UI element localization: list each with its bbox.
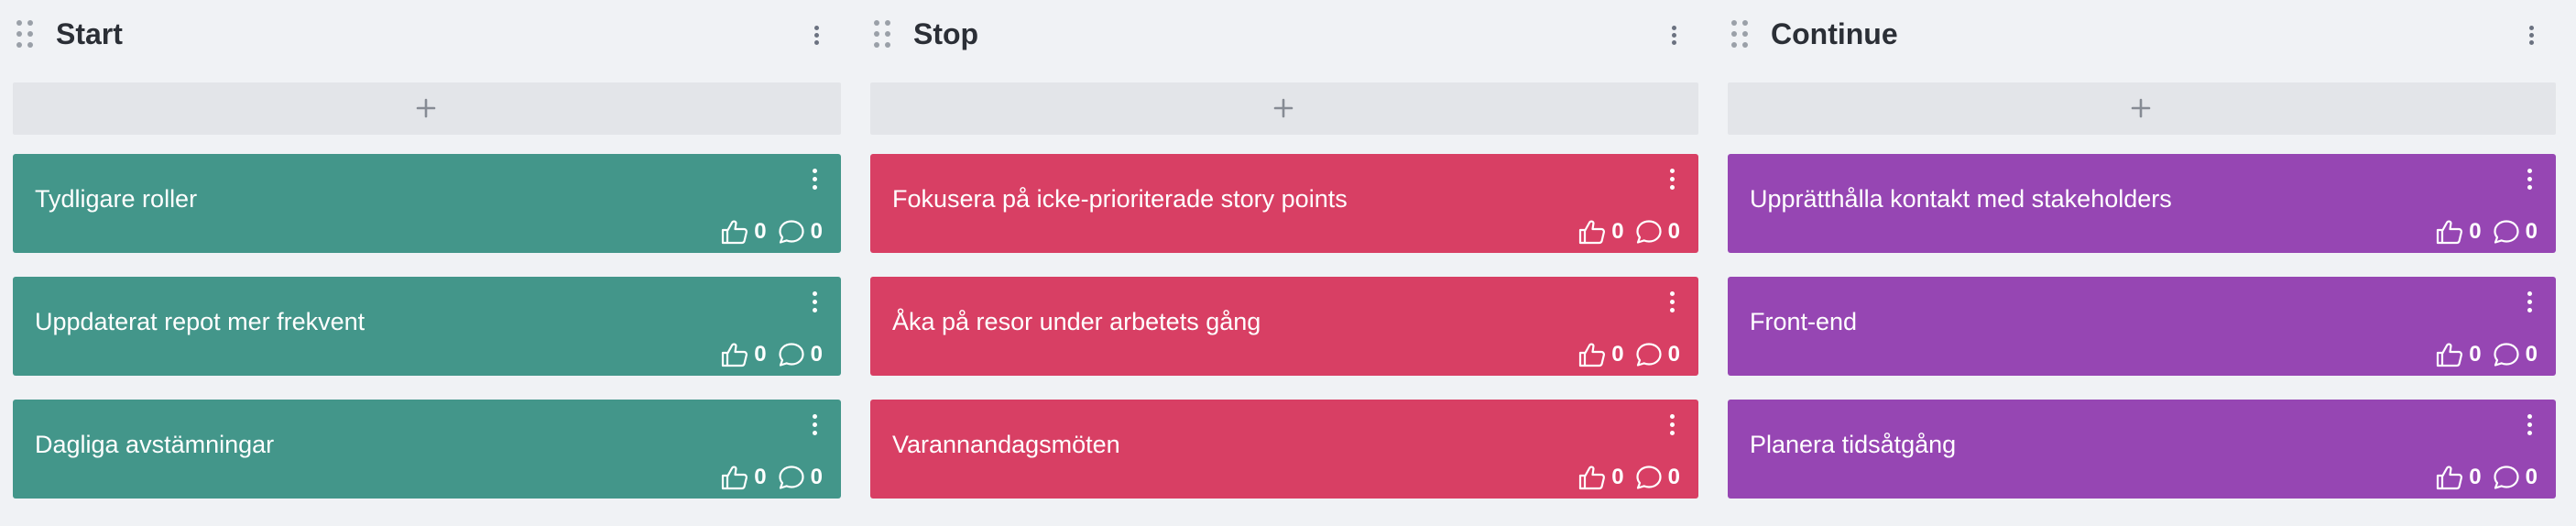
card[interactable]: Dagliga avstämningar 0 0 <box>13 400 841 499</box>
drag-handle-icon[interactable] <box>15 20 37 48</box>
add-card-button[interactable] <box>870 82 1698 135</box>
card-stats: 0 0 <box>1578 218 1680 246</box>
like-count: 0 <box>1611 342 1624 367</box>
thumbs-up-icon[interactable] <box>2436 342 2463 367</box>
comment-count: 0 <box>2525 219 2538 244</box>
thumbs-up-icon[interactable] <box>721 219 748 245</box>
column-start: Start Tydligare roller 0 0 Uppdaterat re… <box>13 0 841 499</box>
card-menu-icon[interactable] <box>812 291 819 313</box>
card-text: Tydligare roller <box>35 185 198 213</box>
retro-board: Start Tydligare roller 0 0 Uppdaterat re… <box>0 0 2576 526</box>
column-menu-icon[interactable] <box>2528 26 2536 46</box>
card[interactable]: Fokusera på icke-prioriterade story poin… <box>870 154 1698 253</box>
comment-bubble-icon[interactable] <box>778 219 805 245</box>
card-stats: 0 0 <box>1578 464 1680 491</box>
comment-bubble-icon[interactable] <box>2493 219 2520 245</box>
card-text: Dagliga avstämningar <box>35 431 275 458</box>
comment-bubble-icon[interactable] <box>2493 465 2520 490</box>
comment-bubble-icon[interactable] <box>778 342 805 367</box>
plus-icon <box>416 98 436 118</box>
comment-count: 0 <box>1667 465 1680 489</box>
card-stats: 0 0 <box>2436 218 2538 246</box>
card-menu-icon[interactable] <box>2527 414 2534 436</box>
like-count: 0 <box>754 465 767 489</box>
plus-icon <box>2131 98 2151 118</box>
comment-bubble-icon[interactable] <box>1635 465 1663 490</box>
comment-count: 0 <box>810 219 823 244</box>
column-stop: Stop Fokusera på icke-prioriterade story… <box>870 0 1698 499</box>
card-menu-icon[interactable] <box>2527 169 2534 191</box>
add-card-button[interactable] <box>1728 82 2556 135</box>
comment-count: 0 <box>810 342 823 367</box>
comment-bubble-icon[interactable] <box>778 465 805 490</box>
card[interactable]: Upprätthålla kontakt med stakeholders 0 … <box>1728 154 2556 253</box>
card[interactable]: Tydligare roller 0 0 <box>13 154 841 253</box>
column-title: Stop <box>913 17 979 50</box>
thumbs-up-icon[interactable] <box>1578 342 1606 367</box>
card-text: Front-end <box>1750 308 1858 335</box>
add-card-button[interactable] <box>13 82 841 135</box>
card-menu-icon[interactable] <box>812 414 819 436</box>
column-header: Continue <box>1728 0 2556 68</box>
comment-count: 0 <box>2525 342 2538 367</box>
thumbs-up-icon[interactable] <box>2436 465 2463 490</box>
card-text: Varannandagsmöten <box>892 431 1120 458</box>
card-menu-icon[interactable] <box>1669 291 1676 313</box>
card-stats: 0 0 <box>721 218 823 246</box>
drag-handle-icon[interactable] <box>872 20 894 48</box>
like-count: 0 <box>754 219 767 244</box>
column-continue: Continue Upprätthålla kontakt med stakeh… <box>1728 0 2556 499</box>
column-title: Continue <box>1771 17 1898 50</box>
like-count: 0 <box>2469 342 2482 367</box>
card-text: Upprätthålla kontakt med stakeholders <box>1750 185 2172 213</box>
drag-handle-icon[interactable] <box>1730 20 1752 48</box>
card[interactable]: Uppdaterat repot mer frekvent 0 0 <box>13 277 841 376</box>
card-text: Planera tidsåtgång <box>1750 431 1957 458</box>
card-menu-icon[interactable] <box>2527 291 2534 313</box>
plus-icon <box>1273 98 1293 118</box>
comment-count: 0 <box>2525 465 2538 489</box>
card-stats: 0 0 <box>721 341 823 368</box>
column-header: Start <box>13 0 841 68</box>
card-stats: 0 0 <box>721 464 823 491</box>
thumbs-up-icon[interactable] <box>1578 465 1606 490</box>
card-stats: 0 0 <box>2436 464 2538 491</box>
card-stats: 0 0 <box>1578 341 1680 368</box>
card-text: Fokusera på icke-prioriterade story poin… <box>892 185 1348 213</box>
card-text: Åka på resor under arbetets gång <box>892 308 1261 335</box>
card-menu-icon[interactable] <box>812 169 819 191</box>
comment-bubble-icon[interactable] <box>1635 342 1663 367</box>
card-stats: 0 0 <box>2436 341 2538 368</box>
card-menu-icon[interactable] <box>1669 414 1676 436</box>
thumbs-up-icon[interactable] <box>721 342 748 367</box>
like-count: 0 <box>754 342 767 367</box>
thumbs-up-icon[interactable] <box>721 465 748 490</box>
thumbs-up-icon[interactable] <box>1578 219 1606 245</box>
card[interactable]: Åka på resor under arbetets gång 0 0 <box>870 277 1698 376</box>
comment-count: 0 <box>1667 342 1680 367</box>
comment-bubble-icon[interactable] <box>2493 342 2520 367</box>
card[interactable]: Planera tidsåtgång 0 0 <box>1728 400 2556 499</box>
column-header: Stop <box>870 0 1698 68</box>
column-menu-icon[interactable] <box>813 26 821 46</box>
card-text: Uppdaterat repot mer frekvent <box>35 308 366 335</box>
comment-count: 0 <box>810 465 823 489</box>
card[interactable]: Front-end 0 0 <box>1728 277 2556 376</box>
column-menu-icon[interactable] <box>1671 26 1678 46</box>
like-count: 0 <box>1611 219 1624 244</box>
card[interactable]: Varannandagsmöten 0 0 <box>870 400 1698 499</box>
card-menu-icon[interactable] <box>1669 169 1676 191</box>
like-count: 0 <box>2469 465 2482 489</box>
column-title: Start <box>56 17 123 50</box>
comment-bubble-icon[interactable] <box>1635 219 1663 245</box>
like-count: 0 <box>2469 219 2482 244</box>
thumbs-up-icon[interactable] <box>2436 219 2463 245</box>
comment-count: 0 <box>1667 219 1680 244</box>
like-count: 0 <box>1611 465 1624 489</box>
